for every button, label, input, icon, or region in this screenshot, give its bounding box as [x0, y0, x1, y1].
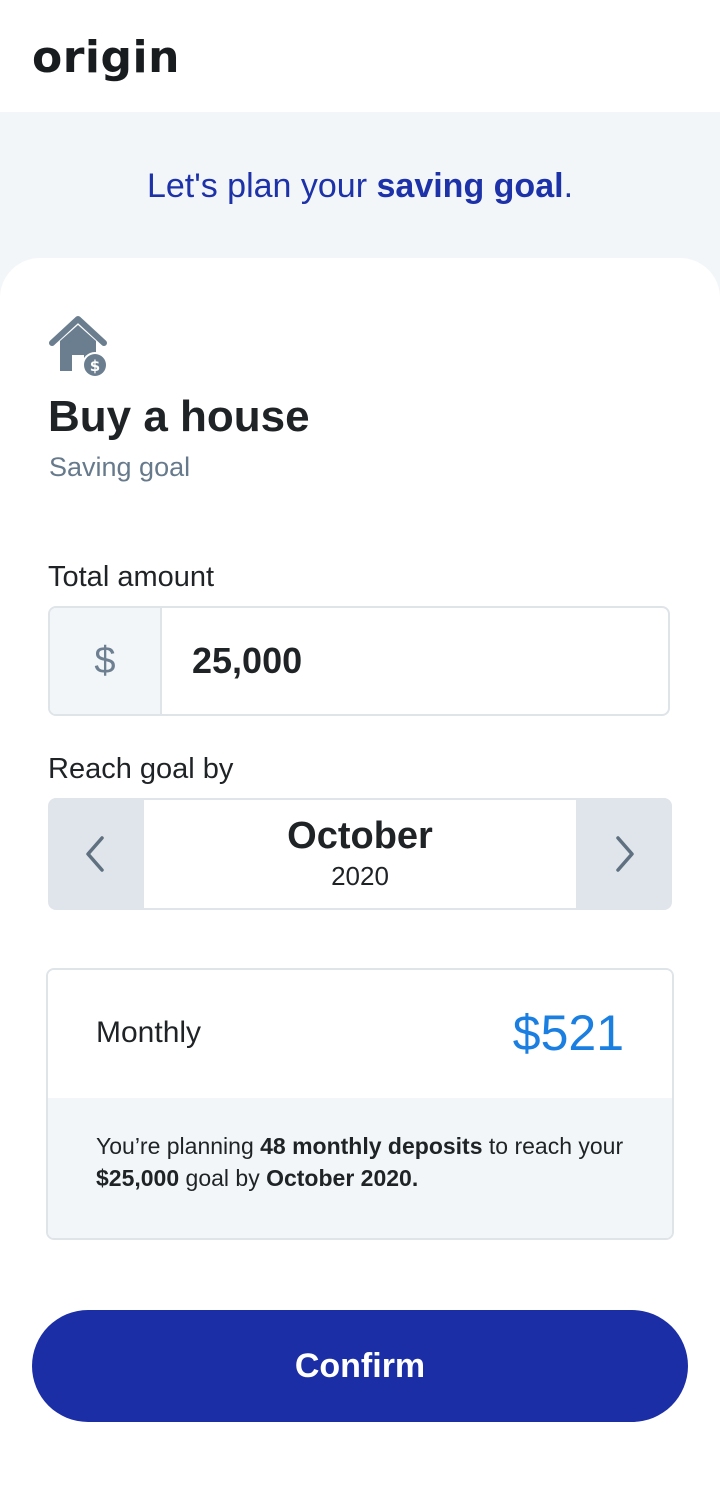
selected-date: October 2020 — [144, 800, 576, 908]
total-amount-input[interactable] — [192, 608, 642, 714]
goal-amount: $25,000 — [96, 1165, 180, 1191]
goal-title: Buy a house — [48, 392, 310, 441]
summary-details: You’re planning 48 monthly deposits to r… — [48, 1098, 672, 1238]
monthly-label: Monthly — [96, 1016, 202, 1049]
summary-text-2: to reach your — [482, 1133, 624, 1159]
hero-suffix: . — [563, 167, 574, 205]
monthly-row: Monthly $521 — [48, 970, 672, 1098]
goal-subtitle: Saving goal — [49, 452, 191, 482]
origin-logo[interactable]: origin — [32, 28, 180, 88]
selected-month: October — [287, 815, 433, 857]
chevron-right-icon — [616, 836, 634, 872]
goal-date-picker: October 2020 — [48, 798, 672, 910]
summary-text-1: You’re planning — [96, 1133, 261, 1159]
goal-date: October 2020. — [266, 1165, 419, 1191]
confirm-button[interactable]: Confirm — [32, 1310, 688, 1422]
total-amount-field[interactable]: $ — [48, 606, 670, 716]
chevron-left-icon — [86, 836, 104, 872]
next-month-button[interactable] — [576, 798, 672, 910]
currency-symbol: $ — [50, 608, 162, 714]
summary-text-3: goal by — [179, 1165, 267, 1191]
hero-heading: Let's plan your saving goal. — [0, 164, 720, 208]
hero-prefix: Let's plan your — [146, 167, 377, 205]
monthly-summary-card: Monthly $521 You’re planning 48 monthly … — [46, 968, 674, 1240]
house-dollar-icon: $ — [49, 316, 108, 378]
summary-text: You’re planning 48 monthly deposits to r… — [96, 1130, 636, 1194]
goal-card: $ Buy a house Saving goal Total amount $… — [0, 258, 720, 1502]
hero-highlight: saving goal — [376, 167, 564, 205]
monthly-amount: $521 — [512, 1005, 624, 1061]
svg-text:$: $ — [90, 357, 100, 375]
reach-goal-label: Reach goal by — [48, 753, 234, 785]
selected-year: 2020 — [331, 861, 389, 891]
top-bar: origin — [0, 0, 720, 112]
deposit-count: 48 monthly deposits — [260, 1133, 483, 1159]
previous-month-button[interactable] — [48, 798, 144, 910]
total-amount-label: Total amount — [48, 561, 215, 593]
